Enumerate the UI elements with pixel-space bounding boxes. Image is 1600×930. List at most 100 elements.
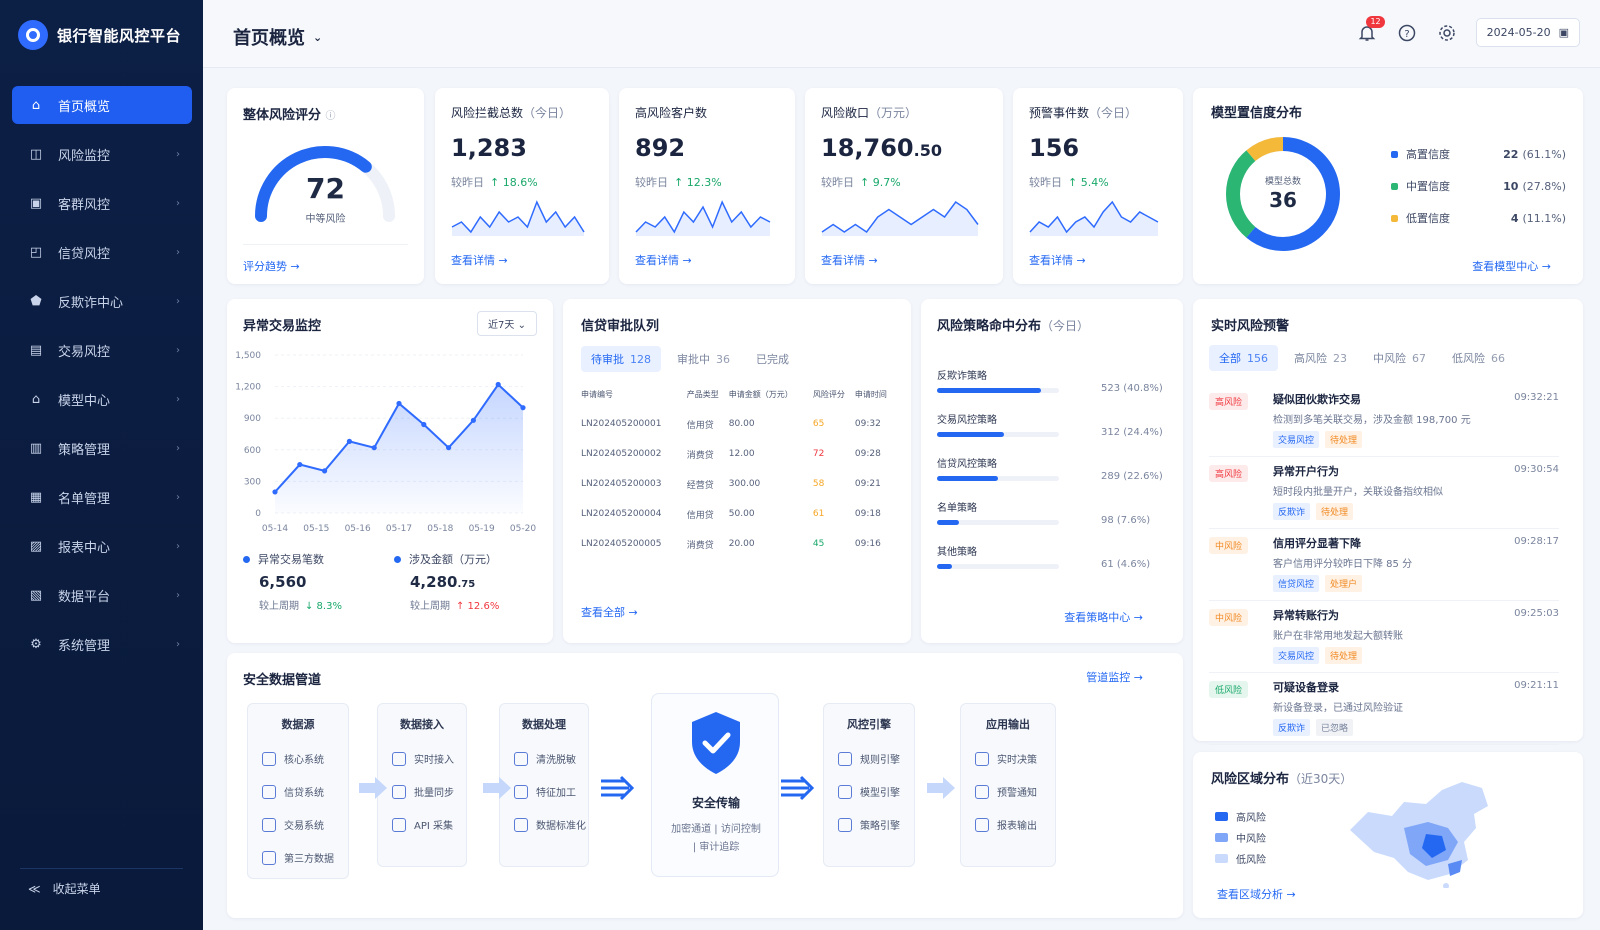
sidebar-item-transaction[interactable]: ▤ 交易风控 › <box>12 331 192 369</box>
risk-level: 中等风险 <box>305 214 346 225</box>
donut-center-label: 模型总数 <box>1264 177 1301 187</box>
data-point <box>421 421 427 428</box>
sidebar-item-home[interactable]: ⌂ 首页概览 <box>12 86 192 124</box>
alert-tab[interactable]: 低风险 66 <box>1442 345 1515 371</box>
alert-title: 异常开户行为 <box>1273 465 1339 478</box>
kpi-value: 156 <box>1029 134 1080 162</box>
home-icon: ⌂ <box>31 97 41 113</box>
kpi-title: 高风险客户数 <box>635 106 708 120</box>
risk-score-value: 72 <box>306 172 345 205</box>
stage-item: 信贷系统 <box>248 775 348 808</box>
table-row[interactable]: LN202405200002 消费贷 12.00 72 09:28 <box>581 439 897 469</box>
sidebar-item-credit[interactable]: ◰ 信贷风控 › <box>12 233 192 271</box>
queue-tabs: 待审批 128 审批中 36 已完成 <box>581 346 805 372</box>
sidebar-item-label: 策略管理 <box>58 442 111 458</box>
collapse-icon: ≪ <box>28 881 41 896</box>
table-row[interactable]: LN202405200004 信用贷 50.00 61 09:18 <box>581 499 897 529</box>
queue-tab[interactable]: 审批中 36 <box>667 346 740 372</box>
kpi-detail-link[interactable]: 查看详情 → <box>1029 252 1086 268</box>
period-select[interactable]: 近7天 ⌄ <box>477 311 537 336</box>
stage-item-icon <box>838 751 852 766</box>
risk-level-badge: 低风险 <box>1209 681 1249 698</box>
stage-item: 第三方数据 <box>248 841 348 874</box>
risk-region-card: 风险区域分布（近30天） 高风险 中风险 低风险 查看区域分析 → <box>1193 752 1583 918</box>
pipeline-monitor-link[interactable]: 管道监控 → <box>1086 669 1143 685</box>
alert-item[interactable]: 高风险 异常开户行为 09:30:54 短时段内批量开户，关联设备指纹相似 反欺诈 待处理 <box>1209 463 1559 529</box>
kpi-delta: 较昨日 ↑ 18.6% <box>451 176 538 189</box>
card-title: 实时风险预警 <box>1211 319 1290 334</box>
data-point <box>470 417 476 423</box>
score-trend-link[interactable]: 评分趋势 → <box>243 258 300 274</box>
queue-tab[interactable]: 已完成 <box>746 346 805 372</box>
sidebar-item-settings[interactable]: ⚙ 系统管理 › <box>12 625 192 663</box>
sidebar-item-model[interactable]: ⌂ 模型中心 › <box>12 380 192 418</box>
kpi-detail-link[interactable]: 查看详情 → <box>451 252 508 268</box>
legend-item: 低置信度 4 (11.1%) <box>1391 202 1566 234</box>
alert-time: 09:32:21 <box>1514 392 1559 403</box>
stage-item: API 采集 <box>378 808 466 841</box>
region-analysis-link[interactable]: 查看区域分析 → <box>1217 886 1296 902</box>
sidebar-item-report[interactable]: ▨ 报表中心 › <box>12 527 192 565</box>
page-title-dropdown[interactable]: 首页概览 ⌄ <box>233 24 322 50</box>
kpi-value: 18,760.50 <box>821 134 942 162</box>
view-all-link[interactable]: 查看全部 → <box>581 604 638 620</box>
kpi-detail-link[interactable]: 查看详情 → <box>635 252 692 268</box>
legend-swatch <box>1215 812 1228 821</box>
table-cell: 72 <box>812 449 825 459</box>
stage-item: 模型引擎 <box>824 775 914 808</box>
alert-tag: 反欺诈 <box>1273 503 1311 520</box>
alert-item[interactable]: 高风险 疑似团伙欺诈交易 09:32:21 检测到多笔关联交易，涉及金额 198,70… <box>1209 391 1559 457</box>
table-row[interactable]: LN202405200003 经营贷 300.00 58 09:21 <box>581 469 897 499</box>
sidebar-item-monitor[interactable]: ◫ 风险监控 › <box>12 135 192 173</box>
settings-gear-icon[interactable] <box>1436 22 1458 44</box>
trade-stat-value: 4,280.75 <box>410 573 476 591</box>
table-row[interactable]: LN202405200005 消费贷 20.00 45 09:16 <box>581 529 897 559</box>
kpi-delta: 较昨日 ↑ 12.3% <box>635 176 722 189</box>
stage-item: 实时接入 <box>378 742 466 775</box>
chevron-right-icon: › <box>176 246 180 258</box>
legend-swatch <box>394 556 401 563</box>
alert-item[interactable]: 低风险 可疑设备登录 09:21:11 新设备登录，已通过风险验证 反欺诈 已忽略 <box>1209 679 1559 745</box>
alert-item[interactable]: 中风险 异常转账行为 09:25:03 账户在非常用地发起大额转账 交易风控 待处理 <box>1209 607 1559 673</box>
model-center-link[interactable]: 查看模型中心 → <box>1472 258 1551 274</box>
abnormal-trade-chart: 1,500 1,200 900 600 300 005-14 05-15 05-16 05-17… <box>235 351 536 534</box>
legend-swatch <box>1215 854 1228 863</box>
table-cell: 300.00 <box>728 479 761 489</box>
alert-tab[interactable]: 中风险 67 <box>1363 345 1436 371</box>
sidebar-item-data[interactable]: ▧ 数据平台 › <box>12 576 192 614</box>
column-header: 风险评分 <box>812 389 845 399</box>
alert-item[interactable]: 中风险 信用评分显著下降 09:28:17 客户信用评分较昨日下降 85 分信贷风控处… <box>1209 535 1559 601</box>
flow-arrow-icon <box>483 777 511 799</box>
help-icon[interactable]: ? <box>1396 22 1418 44</box>
alert-tab[interactable]: 全部 156 <box>1209 345 1278 371</box>
data-point <box>396 400 402 407</box>
table-cell: LN202405200002 <box>581 449 662 459</box>
strategy-label: 信贷风控策略 <box>937 459 997 470</box>
strategy-icon: ▥ <box>29 440 43 456</box>
alert-tab[interactable]: 高风险 23 <box>1284 345 1357 371</box>
stage-item-icon <box>262 784 276 799</box>
notification-bell-icon[interactable]: 12 <box>1356 15 1385 44</box>
sidebar-item-shield[interactable]: ⬟ 反欺诈中心 › <box>12 282 192 320</box>
alert-tag: 交易风控 <box>1273 431 1320 448</box>
alert-title: 可疑设备登录 <box>1273 681 1339 694</box>
queue-tab[interactable]: 待审批 128 <box>581 346 661 372</box>
legend-swatch <box>1391 182 1398 190</box>
chevron-down-icon: ⌄ <box>517 320 526 331</box>
sidebar-item-list[interactable]: ▦ 名单管理 › <box>12 478 192 516</box>
date-picker[interactable]: 2024-05-20 ▣ <box>1475 18 1580 47</box>
table-row[interactable]: LN202405200001 信用贷 80.00 65 09:32 <box>581 409 897 439</box>
kpi-card: 预警事件数（今日） 156 较昨日 ↑ 5.4% 查看详情 → <box>1013 88 1183 284</box>
table-cell: 信用贷 <box>686 420 714 431</box>
kpi-detail-link[interactable]: 查看详情 → <box>821 252 878 268</box>
stage-item-icon <box>392 817 406 832</box>
sidebar-item-strategy[interactable]: ▥ 策略管理 › <box>12 429 192 467</box>
trade-stat-value: 6,560 <box>259 573 307 591</box>
legend-item: 中置信度 10 (27.8%) <box>1391 170 1566 202</box>
chevron-right-icon: › <box>176 540 180 552</box>
strategy-center-link[interactable]: 查看策略中心 → <box>1064 609 1143 625</box>
model-icon: ⌂ <box>31 391 41 407</box>
data-point <box>371 445 377 451</box>
sidebar-item-group[interactable]: ▣ 客群风控 › <box>12 184 192 222</box>
collapse-menu-button[interactable]: ≪ 收起菜单 <box>28 880 101 897</box>
